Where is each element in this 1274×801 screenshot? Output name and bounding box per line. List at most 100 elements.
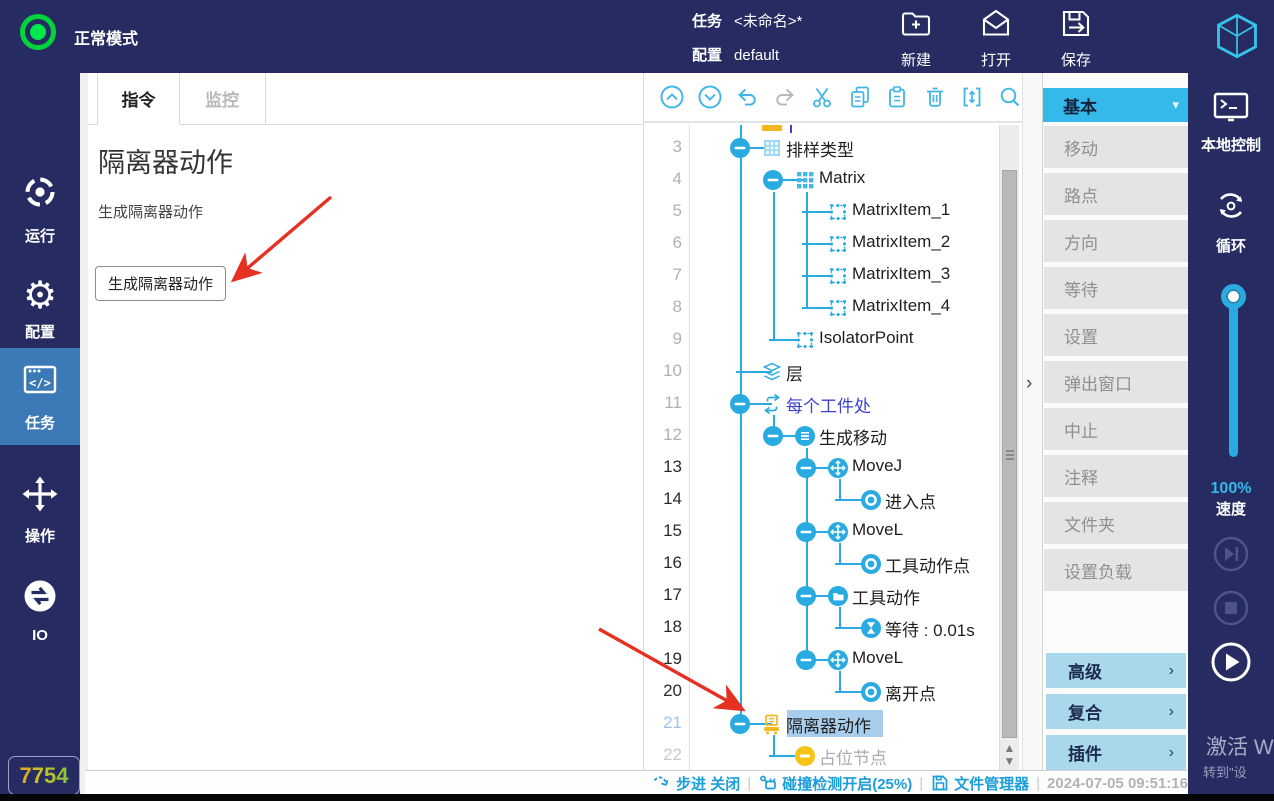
tree-row[interactable]: 10 层	[644, 356, 1000, 388]
sidebar-item-operate[interactable]: 操作	[0, 461, 80, 558]
palette-item[interactable]: 弹出窗口	[1044, 361, 1188, 403]
palette-item[interactable]: 设置负载	[1044, 549, 1188, 591]
speed-slider-knob[interactable]	[1221, 284, 1246, 309]
status-step[interactable]: 步进 关闭	[652, 773, 740, 794]
tree-row[interactable]: 12 生成移动	[644, 420, 1000, 452]
tree-node-label: 等待 : 0.01s	[885, 621, 975, 640]
task-label: 任务	[692, 13, 723, 30]
collapse-button[interactable]	[795, 649, 817, 676]
palette-item[interactable]: 文件夹	[1044, 502, 1188, 544]
tree-panel: 3 排样类型 4 Matrix 5 MatrixItem_1 6 MatrixItem_2 7 M…	[643, 73, 1023, 770]
tree-row[interactable]: 5 MatrixItem_1	[644, 196, 1000, 228]
tree-row[interactable]: 11 每个工件处	[644, 388, 1000, 420]
collapse-button[interactable]	[795, 521, 817, 548]
palette-group-1[interactable]: 高级 ›	[1046, 653, 1186, 688]
palette-item[interactable]: 中止	[1044, 408, 1188, 450]
tree-row[interactable]: 8 MatrixItem_4	[644, 292, 1000, 324]
palette-item[interactable]: 移动	[1044, 126, 1188, 168]
tree-row[interactable]: 3 排样类型	[644, 132, 1000, 164]
tree-row[interactable]: 19 MoveL	[644, 644, 1000, 676]
open-button[interactable]: 打开	[960, 6, 1032, 70]
palette-item[interactable]: 设置	[1044, 314, 1188, 356]
copy-icon[interactable]	[847, 84, 874, 111]
collapse-button[interactable]	[762, 169, 784, 196]
panel-expander[interactable]: ›	[1022, 73, 1044, 770]
chevron-right-icon: ›	[1168, 702, 1174, 720]
save-button[interactable]: 保存	[1040, 6, 1112, 70]
loop-icon	[761, 393, 783, 420]
tree-row[interactable]: 14 进入点	[644, 484, 1000, 516]
collapse-button[interactable]	[729, 393, 751, 420]
line-number: 11	[664, 393, 682, 412]
collapse-button[interactable]	[762, 425, 784, 452]
palette-item[interactable]: 方向	[1044, 220, 1188, 262]
paste-icon[interactable]	[884, 84, 911, 111]
tree-row[interactable]: 6 MatrixItem_2	[644, 228, 1000, 260]
tree-row[interactable]: 21 隔离器动作	[644, 708, 1000, 740]
scrollbar-thumb[interactable]	[1002, 170, 1017, 738]
status-collision[interactable]: 碰撞检测开启(25%)	[758, 773, 912, 794]
tree-row[interactable]: 13 MoveJ	[644, 452, 1000, 484]
tab-monitor[interactable]: 监控	[179, 73, 266, 124]
tree-row[interactable]: 22 占位节点	[644, 740, 1000, 770]
collapse-all-icon[interactable]	[659, 84, 686, 111]
collapse-button[interactable]	[729, 137, 751, 164]
loop-button[interactable]: 循环	[1188, 186, 1274, 256]
palette-item[interactable]: 等待	[1044, 267, 1188, 309]
new-button[interactable]: 新建	[880, 6, 952, 70]
stop-button[interactable]	[1212, 589, 1250, 632]
status-files[interactable]: 文件管理器	[930, 773, 1029, 794]
redo-icon[interactable]	[772, 84, 799, 111]
chevron-right-icon: ›	[1168, 661, 1174, 679]
tree-row[interactable]: 9 IsolatorPoint	[644, 324, 1000, 356]
tree-row[interactable]: 18 等待 : 0.01s	[644, 612, 1000, 644]
sidebar-item-task[interactable]: </> 任务	[0, 348, 80, 445]
config-value: default	[734, 47, 780, 64]
sidebar-item-run[interactable]: 运行	[0, 161, 80, 258]
palette-group-3[interactable]: 插件 ›	[1046, 735, 1186, 770]
expand-all-icon[interactable]	[697, 84, 724, 111]
palette-header-basic[interactable]: 基本 ▾	[1043, 88, 1189, 122]
status-datetime: 2024-07-05 09:51:16	[1047, 774, 1188, 792]
tree-row[interactable]: 4 Matrix	[644, 164, 1000, 196]
collapse-button[interactable]	[795, 457, 817, 484]
tree-row[interactable]: 15 MoveL	[644, 516, 1000, 548]
sidebar-item-label: IO	[32, 626, 48, 644]
palette-item[interactable]: 注释	[1044, 455, 1188, 497]
pattern-icon	[761, 137, 783, 164]
search-icon[interactable]	[997, 84, 1024, 111]
task-value: <未命名>*	[734, 13, 803, 30]
page-subtitle: 生成隔离器动作	[98, 204, 204, 221]
sidebar-item-label: 操作	[24, 527, 55, 545]
generate-isolator-button[interactable]: 生成隔离器动作	[95, 266, 227, 301]
open-icon	[978, 9, 1014, 46]
tree-row[interactable]: 16 工具动作点	[644, 548, 1000, 580]
dashed-icon	[827, 233, 849, 260]
tab-instruction[interactable]: 指令	[97, 73, 180, 125]
scroll-down-button[interactable]: ▼	[1000, 755, 1019, 769]
undo-icon[interactable]	[734, 84, 761, 111]
local-control-button[interactable]: 本地控制	[1188, 91, 1274, 155]
svg-text:</>: </>	[29, 376, 51, 390]
cut-icon[interactable]	[809, 84, 836, 111]
tree-row[interactable]: 7 MatrixItem_3	[644, 260, 1000, 292]
delete-icon[interactable]	[922, 84, 949, 111]
insert-icon[interactable]	[959, 84, 986, 111]
palette-group-2[interactable]: 复合 ›	[1046, 694, 1186, 729]
skip-button[interactable]	[1212, 535, 1250, 578]
palette-item[interactable]: 路点	[1044, 173, 1188, 215]
speed-slider-track[interactable]	[1229, 295, 1238, 457]
sidebar-item-label: 配置	[24, 324, 55, 341]
sidebar-item-config[interactable]: ⚙ 配置	[0, 261, 80, 358]
right-sidebar: 本地控制 循环 100% 速度	[1188, 73, 1274, 801]
tree-node-label: 工具动作点	[885, 557, 970, 576]
collapse-button[interactable]	[795, 585, 817, 612]
tree-row[interactable]: 17 工具动作	[644, 580, 1000, 612]
sidebar-item-io[interactable]: IO	[0, 561, 80, 658]
waypoint-icon	[860, 553, 882, 580]
page-title: 隔离器动作	[98, 148, 233, 178]
instruction-palette: 基本 ▾ 移动路点方向等待设置弹出窗口中止注释文件夹设置负载 高级 › 复合 › 插件 ›	[1042, 73, 1189, 770]
play-button[interactable]	[1210, 641, 1252, 688]
collapse-button[interactable]	[729, 713, 751, 740]
tree-row[interactable]: 20 离开点	[644, 676, 1000, 708]
